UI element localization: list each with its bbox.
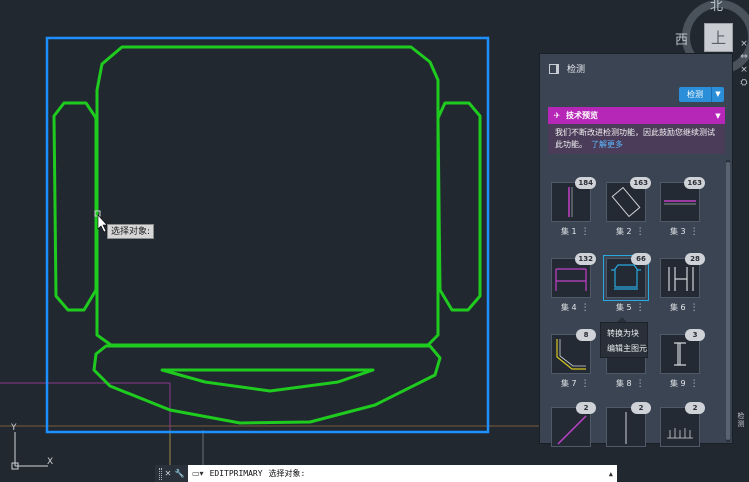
set-count-badge: 66 (631, 253, 651, 265)
scrollbar-thumb[interactable] (726, 162, 730, 440)
detect-palette: 检测 检测 ▼ ✈ 技术预览 ▼ 我们不断改进检测功能，因此鼓励您继续测试此功能… (539, 53, 733, 447)
palette-icon (549, 64, 559, 74)
tech-preview-title: 技术预览 (566, 111, 598, 120)
set-label-2[interactable]: 集 2 ⋮ (616, 226, 645, 237)
command-line-controls: ✕ 🔧 (155, 465, 188, 482)
learn-more-link[interactable]: 了解更多 (591, 140, 623, 149)
more-options-icon[interactable]: ⋮ (690, 303, 699, 313)
set-label-9[interactable]: 集 9 ⋮ (670, 378, 699, 389)
set-card-6[interactable]: 28 (660, 253, 705, 298)
settings-icon[interactable]: ⛭ (739, 77, 749, 90)
viewcube-north-label[interactable]: 北 (710, 0, 723, 14)
set-label-5[interactable]: 集 5 ⋮ (616, 302, 645, 313)
set-label-8[interactable]: 集 8 ⋮ (616, 378, 645, 389)
set-name: 集 7 (561, 379, 577, 388)
set-name: 集 9 (670, 379, 686, 388)
detect-button[interactable]: 检测 (679, 87, 712, 102)
command-prompt: 选择对象: (268, 469, 306, 478)
context-menu: 转换为块 编辑主图元 (600, 322, 648, 358)
palette-title: 检测 (567, 65, 586, 75)
command-prompt-icon[interactable]: ▭▾ (192, 469, 204, 478)
set-card-7[interactable]: 8 (551, 329, 596, 374)
more-options-icon[interactable]: ⋮ (636, 379, 645, 389)
more-options-icon[interactable]: ⋮ (690, 227, 699, 237)
close-icon-2[interactable]: × (739, 64, 749, 77)
chevron-down-icon[interactable]: ▼ (712, 87, 724, 102)
command-line: ✕ 🔧 ▭▾ EDITPRIMARY 选择对象: ▲ (155, 465, 617, 482)
set-card-10[interactable]: 2 (551, 402, 596, 447)
viewcube-west-label[interactable]: 西 (675, 29, 688, 48)
set-name: 集 2 (616, 227, 632, 236)
set-name: 集 5 (616, 303, 632, 312)
command-input[interactable]: ▭▾ EDITPRIMARY 选择对象: ▲ (188, 465, 617, 482)
viewcube-top-face[interactable]: 上 (704, 23, 733, 52)
set-card-2[interactable]: 163 (606, 177, 651, 222)
pointer-cursor (97, 214, 108, 233)
tech-preview-banner[interactable]: ✈ 技术预览 ▼ (548, 107, 725, 124)
chevron-down-icon[interactable]: ▼ (711, 112, 725, 120)
palette-header: 检测 (540, 54, 732, 82)
close-icon[interactable]: ✕ (165, 469, 172, 478)
set-name: 集 1 (561, 227, 577, 236)
set-card-12[interactable]: 2 (660, 402, 705, 447)
set-count-badge: 2 (685, 402, 705, 414)
command-name: EDITPRIMARY (209, 469, 263, 478)
tech-preview-body: 我们不断改进检测功能，因此鼓励您继续测试此功能。 了解更多 (548, 124, 725, 154)
set-count-badge: 163 (684, 177, 705, 189)
ucs-icon (11, 432, 48, 470)
rocket-icon: ✈ (553, 111, 561, 120)
drag-handle[interactable] (158, 467, 162, 480)
chevron-up-icon[interactable]: ▲ (609, 470, 613, 478)
chair-back-outer (92, 344, 442, 425)
palette-side-tab[interactable]: 检测 (735, 412, 747, 428)
set-label-1[interactable]: 集 1 ⋮ (561, 226, 590, 237)
set-count-badge: 184 (575, 177, 596, 189)
chair-left-arm (52, 101, 98, 312)
set-label-4[interactable]: 集 4 ⋮ (561, 302, 590, 313)
ucs-x-label: X (47, 457, 53, 467)
set-card-3[interactable]: 163 (660, 177, 705, 222)
chair-seat (95, 45, 440, 347)
set-name: 集 4 (561, 303, 577, 312)
palette-titlebar-strip[interactable]: × ⇔ × ⛭ (739, 28, 749, 90)
menu-item-convert-to-block[interactable]: 转换为块 (607, 326, 647, 341)
set-count-badge: 28 (685, 253, 705, 265)
wrench-icon[interactable]: 🔧 (174, 469, 184, 478)
set-count-badge: 163 (630, 177, 651, 189)
set-label-6[interactable]: 集 6 ⋮ (670, 302, 699, 313)
set-label-7[interactable]: 集 7 ⋮ (561, 378, 590, 389)
set-card-4[interactable]: 132 (551, 253, 596, 298)
set-count-badge: 8 (576, 329, 596, 341)
ucs-y-label: Y (10, 423, 17, 433)
more-options-icon[interactable]: ⋮ (690, 379, 699, 389)
set-card-11[interactable]: 2 (606, 402, 651, 447)
set-name: 集 8 (616, 379, 632, 388)
cursor-tooltip: 选择对象: (107, 224, 155, 239)
set-count-badge: 3 (685, 329, 705, 341)
menu-item-edit-primary[interactable]: 编辑主图元 (607, 341, 647, 356)
set-card-1[interactable]: 184 (551, 177, 596, 222)
set-card-5[interactable]: 66 (603, 253, 651, 301)
set-count-badge: 132 (575, 253, 596, 265)
more-options-icon[interactable]: ⋮ (581, 227, 590, 237)
detect-split-button[interactable]: 检测 ▼ (679, 87, 724, 102)
set-card-9[interactable]: 3 (660, 329, 705, 374)
more-options-icon[interactable]: ⋮ (581, 303, 590, 313)
more-options-icon[interactable]: ⋮ (636, 227, 645, 237)
more-options-icon[interactable]: ⋮ (581, 379, 590, 389)
chair-right-arm (436, 101, 482, 312)
more-options-icon[interactable]: ⋮ (636, 303, 645, 313)
set-count-badge: 2 (576, 402, 596, 414)
autohide-icon[interactable]: ⇔ (739, 51, 749, 64)
set-name: 集 6 (670, 303, 686, 312)
construction-lines (0, 382, 539, 470)
close-icon[interactable]: × (739, 38, 749, 51)
chair-back-inner (160, 368, 375, 393)
tech-preview-message: 我们不断改进检测功能，因此鼓励您继续测试此功能。 (555, 128, 715, 149)
set-label-3[interactable]: 集 3 ⋮ (670, 226, 699, 237)
set-name: 集 3 (670, 227, 686, 236)
set-count-badge: 2 (631, 402, 651, 414)
